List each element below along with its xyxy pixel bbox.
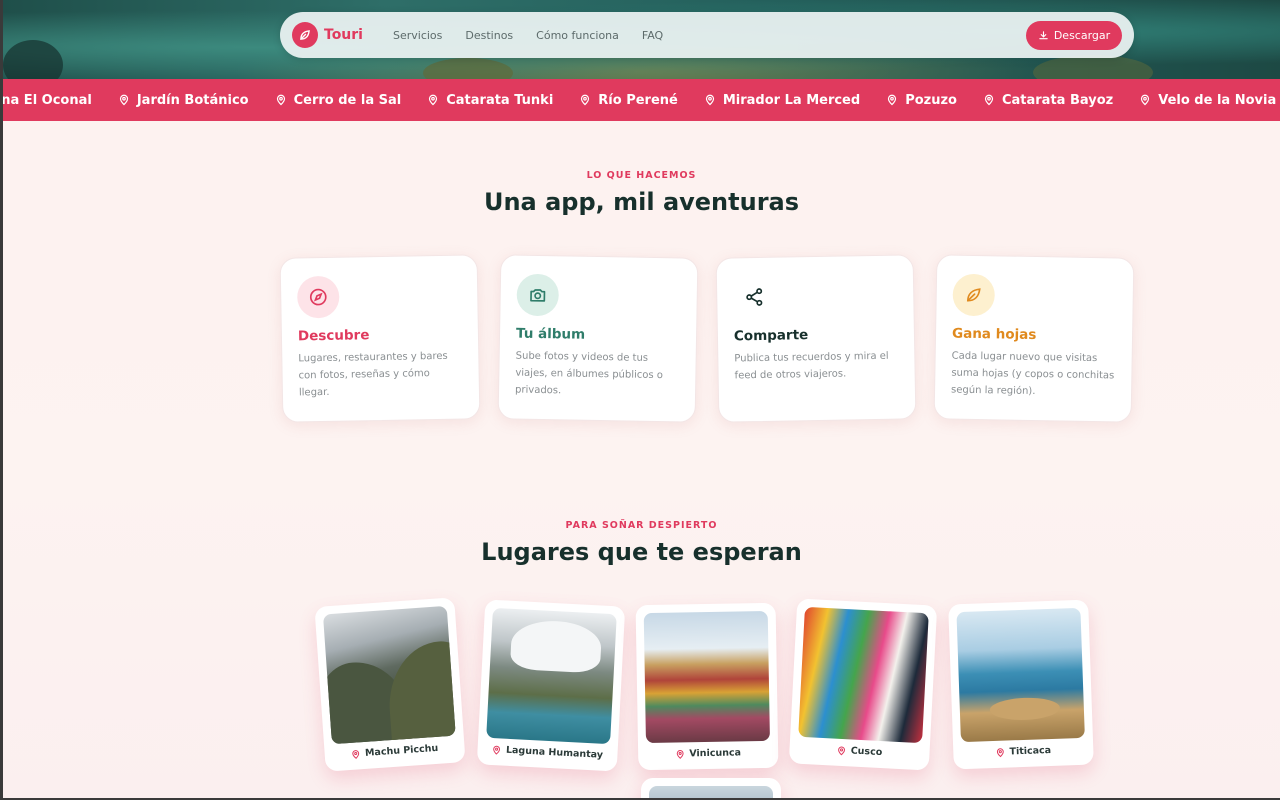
ticker-item: una El Oconal: [3, 93, 92, 108]
ticker-item: Catarata Bayoz: [983, 93, 1113, 108]
place-name: Machu Picchu: [364, 742, 439, 759]
place-photo: [798, 606, 929, 744]
feature-title: Tu álbum: [515, 325, 586, 343]
pin-icon: [493, 745, 501, 755]
place-photo: [956, 607, 1085, 743]
place-name: Titicaca: [1009, 744, 1052, 758]
features-eyebrow: LO QUE HACEMOS: [586, 170, 697, 181]
ticker-item: Jardín Botánico: [118, 93, 249, 108]
ticker-label: Catarata Bayoz: [1001, 92, 1114, 108]
pin-icon: [886, 94, 898, 106]
download-button[interactable]: Descargar: [1026, 20, 1122, 50]
place-photo: [322, 605, 456, 745]
place-photo: [486, 607, 617, 745]
place-photo: [643, 610, 770, 744]
feature-desc: Lugares, restaurantes y bares con fotos,…: [298, 350, 448, 399]
pin-icon: [997, 747, 1004, 757]
place-card-titicaca[interactable]: Titicaca: [948, 599, 1094, 770]
feature-title: Gana hojas: [951, 325, 1037, 344]
places-title: Lugares que te esperan: [481, 538, 802, 566]
pin-icon: [838, 746, 846, 755]
nav-link-como-funciona[interactable]: Cómo funciona: [536, 29, 619, 42]
feature-card-gana-hojas[interactable]: Gana hojas Cada lugar nuevo que visitas …: [933, 254, 1135, 423]
ticker-item: Mirador La Merced: [704, 93, 860, 108]
compass-icon: [296, 275, 340, 319]
place-name: Cusco: [850, 745, 883, 759]
camera-icon: [516, 273, 560, 317]
place-card-cusco[interactable]: Cusco: [788, 598, 938, 771]
ticker-item: Pozuzo: [886, 93, 957, 108]
pin-icon: [983, 94, 995, 106]
feature-card-descubre[interactable]: Descubre Lugares, restaurantes y bares c…: [279, 254, 481, 423]
ticker-label: una El Oconal: [3, 92, 92, 108]
top-navbar: Touri Servicios Destinos Cómo funciona F…: [280, 12, 1134, 58]
place-card-partial[interactable]: [641, 778, 781, 798]
ticker-item: Catarata Tunki: [427, 93, 553, 108]
ticker-item: Velo de la Novia: [1139, 93, 1276, 108]
place-name: Vinicunca: [689, 747, 742, 760]
nav-link-servicios[interactable]: Servicios: [393, 29, 442, 42]
pin-icon: [275, 94, 287, 106]
ticker-item: Río Perené: [579, 93, 678, 108]
pin-icon: [676, 749, 684, 759]
download-label: Descargar: [1053, 28, 1111, 42]
place-card-vinicunca[interactable]: Vinicunca: [635, 602, 779, 771]
ticker-item: Cerro de la Sal: [275, 92, 402, 108]
nav-link-faq[interactable]: FAQ: [642, 29, 663, 42]
nav-link-destinos[interactable]: Destinos: [465, 29, 513, 42]
feature-desc: Publica tus recuerdos y mira el feed de …: [734, 350, 889, 382]
feature-card-tu-album[interactable]: Tu álbum Sube fotos y videos de tus viaj…: [497, 254, 699, 423]
destinations-ticker: una El Oconal Jardín Botánico Cerro de la …: [3, 79, 1280, 121]
places-eyebrow: PARA SOÑAR DESPIERTO: [565, 520, 718, 531]
share-icon: [732, 275, 776, 319]
ticker-label: Cerro de la Sal: [293, 92, 402, 108]
pin-icon: [352, 749, 360, 759]
feature-desc: Cada lugar nuevo que visitas suma hojas …: [950, 350, 1115, 398]
ticker-label: Catarata Tunki: [446, 92, 554, 108]
brand-name: Touri: [324, 27, 363, 43]
feature-title: Comparte: [733, 327, 809, 345]
ticker-label: Jardín Botánico: [136, 92, 249, 108]
download-icon: [1039, 30, 1048, 39]
place-card-laguna-humantay[interactable]: Laguna Humantay: [476, 599, 626, 772]
logo[interactable]: Touri: [292, 22, 363, 48]
ticker-label: Río Perené: [598, 92, 678, 108]
place-name: Laguna Humantay: [505, 744, 604, 761]
feature-desc: Sube fotos y videos de tus viajes, en ál…: [514, 350, 664, 397]
place-card-machu-picchu[interactable]: Machu Picchu: [314, 597, 466, 772]
leaf-logo-icon: [292, 22, 318, 48]
feature-card-comparte[interactable]: Comparte Publica tus recuerdos y mira el…: [715, 254, 917, 423]
leaf-icon: [952, 273, 996, 317]
features-title: Una app, mil aventuras: [483, 188, 800, 216]
pin-icon: [1139, 94, 1151, 106]
ticker-label: Mirador La Merced: [722, 92, 861, 108]
pin-icon: [427, 94, 439, 106]
ticker-label: Pozuzo: [905, 92, 957, 108]
pin-icon: [118, 94, 130, 106]
pin-icon: [704, 94, 716, 106]
feature-title: Descubre: [297, 327, 370, 345]
page: Touri Servicios Destinos Cómo funciona F…: [3, 0, 1280, 798]
pin-icon: [579, 94, 591, 106]
ticker-label: Velo de la Novia: [1158, 92, 1277, 108]
